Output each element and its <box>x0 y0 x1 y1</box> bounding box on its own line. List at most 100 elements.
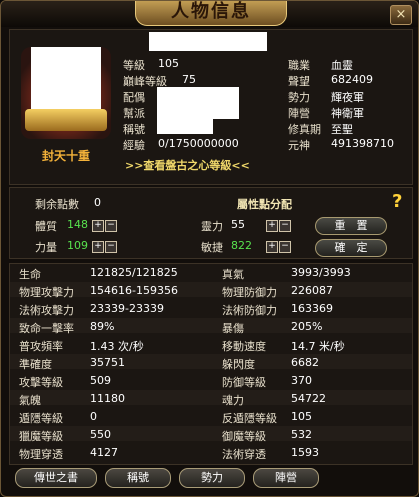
stat-value: 89% <box>90 320 115 333</box>
level-value: 105 <box>158 57 179 70</box>
spirit-minus-button[interactable]: − <box>279 220 291 232</box>
faction-label: 勢力 <box>288 91 310 104</box>
agility-label: 敏捷 <box>201 241 223 254</box>
agility-plus-button[interactable]: + <box>266 241 278 253</box>
legacy-book-button[interactable]: 傳世之書 <box>15 468 97 488</box>
stat-value: 154616-159356 <box>90 284 178 297</box>
stat-label: 暴傷 <box>222 322 244 335</box>
strength-value: 109 <box>67 239 88 252</box>
cultivation-label: 修真期 <box>288 123 321 136</box>
strength-minus-button[interactable]: − <box>105 241 117 253</box>
constitution-label: 體質 <box>35 220 57 233</box>
stat-value: 1.43 次/秒 <box>90 340 144 353</box>
portrait-title: 封天十重 <box>41 149 90 163</box>
stat-value: 226087 <box>291 284 333 297</box>
stat-row <box>10 264 412 279</box>
stat-label: 準確度 <box>19 358 52 371</box>
camp-value: 神衛軍 <box>331 107 364 120</box>
stat-label: 攻擊等級 <box>19 376 63 389</box>
cultivation-value: 至聖 <box>331 123 353 136</box>
constitution-value: 148 <box>67 218 88 231</box>
stat-label: 真氣 <box>222 268 244 281</box>
reset-button[interactable]: 重 置 <box>315 217 387 235</box>
stat-label: 法術防御力 <box>222 304 277 317</box>
stat-value: 121825/121825 <box>90 266 178 279</box>
stat-label: 法術穿透 <box>222 448 266 461</box>
titles-button[interactable]: 稱號 <box>105 468 171 488</box>
stat-value: 14.7 米/秒 <box>291 340 345 353</box>
stat-value: 105 <box>291 410 312 423</box>
reputation-value: 682409 <box>331 73 373 86</box>
name-redaction <box>149 32 267 51</box>
stat-value: 0 <box>90 410 97 423</box>
stat-label: 致命一擊率 <box>19 322 74 335</box>
constitution-minus-button[interactable]: − <box>105 220 117 232</box>
faction-button[interactable]: 勢力 <box>179 468 245 488</box>
stat-label: 遁隱等級 <box>19 412 63 425</box>
pangu-heart-link[interactable]: >>查看盤古之心等級<< <box>125 157 250 173</box>
stat-label: 防御等級 <box>222 376 266 389</box>
guild-label: 幫派 <box>123 107 145 120</box>
stat-value: 550 <box>90 428 111 441</box>
spirit-label: 靈力 <box>201 220 223 233</box>
stat-row <box>10 426 412 441</box>
constitution-plus-button[interactable]: + <box>92 220 104 232</box>
title-redaction <box>157 119 213 134</box>
exp-label: 經驗 <box>123 139 145 152</box>
close-button[interactable]: × <box>390 5 412 25</box>
portrait-redaction <box>31 47 101 109</box>
stat-value: 532 <box>291 428 312 441</box>
confirm-button[interactable]: 確 定 <box>315 239 387 257</box>
camp-label: 陣營 <box>288 107 310 120</box>
stat-value: 205% <box>291 320 323 333</box>
agility-minus-button[interactable]: − <box>279 241 291 253</box>
stat-label: 普攻頻率 <box>19 340 63 353</box>
stat-row <box>10 408 412 423</box>
stat-value: 3993/3993 <box>291 266 351 279</box>
spouse-label: 配偶 <box>123 91 145 104</box>
stat-label: 反遁隱等級 <box>222 412 277 425</box>
class-label: 職業 <box>288 59 310 72</box>
window-title: 人物信息 <box>135 1 287 26</box>
agility-value: 822 <box>231 239 252 252</box>
remaining-points-value: 0 <box>94 196 101 209</box>
stat-value: 23339-23339 <box>90 302 164 315</box>
stat-label: 物理防御力 <box>222 286 277 299</box>
spirit-plus-button[interactable]: + <box>266 220 278 232</box>
stat-row <box>10 354 412 369</box>
strength-plus-button[interactable]: + <box>92 241 104 253</box>
stat-label: 魂力 <box>222 394 244 407</box>
portrait-pedestal <box>25 109 107 131</box>
class-value: 血靈 <box>331 59 353 72</box>
camp-button[interactable]: 陣營 <box>253 468 319 488</box>
stat-label: 獵魔等級 <box>19 430 63 443</box>
stat-value: 11180 <box>90 392 125 405</box>
stat-value: 6682 <box>291 356 319 369</box>
stat-value: 54722 <box>291 392 326 405</box>
stat-value: 163369 <box>291 302 333 315</box>
stat-value: 1593 <box>291 446 319 459</box>
stat-row <box>10 336 412 351</box>
stat-label: 移動速度 <box>222 340 266 353</box>
spirit-value: 55 <box>231 218 245 231</box>
allocate-title: 屬性點分配 <box>237 198 292 211</box>
title-bar[interactable]: 人物信息 × <box>1 1 418 27</box>
spouse-guild-redaction <box>157 87 239 119</box>
help-icon[interactable]: ? <box>392 191 402 212</box>
level-label: 等級 <box>123 59 145 72</box>
stat-label: 物理攻擊力 <box>19 286 74 299</box>
stat-value: 370 <box>291 374 312 387</box>
stat-value: 35751 <box>90 356 125 369</box>
stat-value: 509 <box>90 374 111 387</box>
strength-label: 力量 <box>35 241 57 254</box>
reputation-label: 聲望 <box>288 75 310 88</box>
yuanshen-label: 元神 <box>288 139 310 152</box>
stat-row <box>10 390 412 405</box>
stat-label: 物理穿透 <box>19 448 63 461</box>
stat-label: 氣魄 <box>19 394 41 407</box>
stat-value: 4127 <box>90 446 118 459</box>
faction-value: 輝夜軍 <box>331 91 364 104</box>
stat-row <box>10 444 412 459</box>
title-label: 稱號 <box>123 123 145 136</box>
character-info-window: 人物信息 × 封天十重 等級 105 巔峰等級 75 配偶 幫派 稱號 經驗 0… <box>0 0 419 497</box>
